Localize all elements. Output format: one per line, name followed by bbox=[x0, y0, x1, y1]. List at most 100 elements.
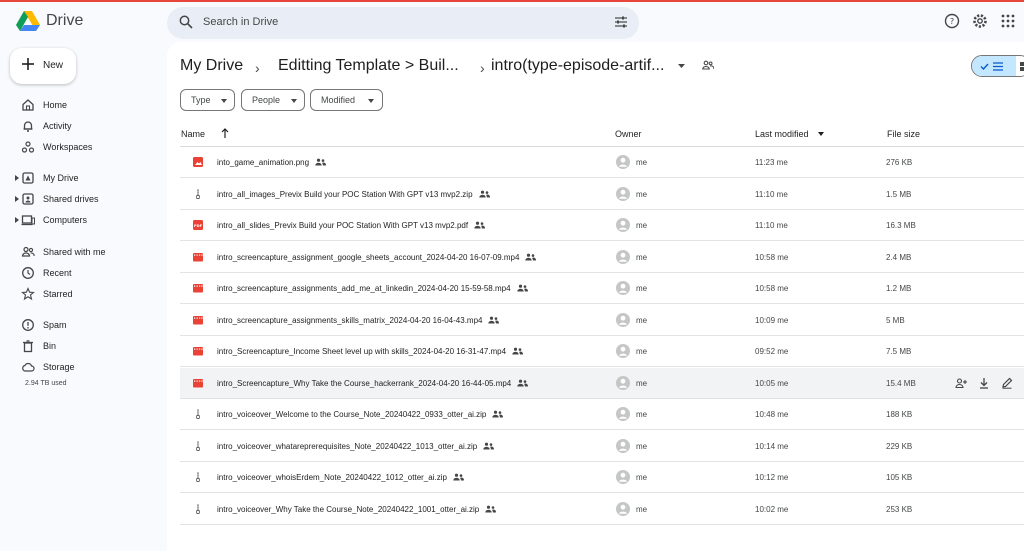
file-name[interactable]: intro_voiceover_Why Take the Course_Note… bbox=[217, 505, 497, 514]
file-owner: me bbox=[636, 315, 648, 325]
file-row[interactable]: intro_voiceover_whoisErdem_Note_20240422… bbox=[180, 462, 1024, 493]
file-row[interactable]: intro_voiceover_Welcome to the Course_No… bbox=[180, 399, 1024, 430]
file-name-text: intro_voiceover_whatareprerequisites_Not… bbox=[217, 441, 478, 451]
caret-right-icon[interactable] bbox=[14, 195, 20, 203]
filter-type[interactable]: Type bbox=[180, 89, 235, 111]
sidebar-item-label: Computers bbox=[43, 215, 88, 225]
file-row[interactable]: intro_all_images_Previx Build your POC S… bbox=[180, 179, 1024, 210]
caret-right-icon[interactable] bbox=[14, 216, 20, 224]
file-name-text: intro_screencapture_assignment_google_sh… bbox=[217, 252, 520, 262]
caret-right-icon[interactable] bbox=[14, 174, 20, 182]
sidebar-item-starred[interactable]: Starred bbox=[0, 284, 160, 304]
sidebar-item-home[interactable]: Home bbox=[0, 95, 160, 115]
zip-file-icon bbox=[196, 472, 200, 482]
app-name[interactable]: Drive bbox=[46, 12, 83, 30]
sidebar-item-recent[interactable]: Recent bbox=[0, 263, 160, 283]
sidebar-item-my-drive[interactable]: My Drive bbox=[0, 168, 160, 188]
sidebar-item-computers[interactable]: Computers bbox=[0, 210, 160, 230]
svg-text:PDF: PDF bbox=[194, 224, 203, 228]
file-row[interactable]: into_game_animation.png me 11:23 me 276 KB bbox=[180, 147, 1024, 178]
breadcrumb-middle[interactable]: Editting Template > Buil... bbox=[278, 57, 459, 75]
file-size: 229 KB bbox=[886, 441, 913, 451]
filter-label: People bbox=[252, 95, 281, 105]
avatar-icon bbox=[616, 218, 630, 232]
file-row[interactable]: intro_voiceover_whatareprerequisites_Not… bbox=[180, 431, 1024, 462]
breadcrumb-separator: › bbox=[255, 60, 260, 76]
search-options-icon[interactable] bbox=[614, 15, 628, 29]
share-icon[interactable] bbox=[955, 377, 967, 389]
help-icon[interactable]: ? bbox=[944, 13, 960, 29]
settings-icon[interactable] bbox=[972, 13, 988, 29]
search-icon[interactable] bbox=[179, 15, 193, 29]
file-row[interactable]: intro_screencapture_assignments_skills_m… bbox=[180, 305, 1024, 336]
file-name[interactable]: intro_Screencapture_Why Take the Course_… bbox=[217, 379, 529, 388]
sidebar-item-activity[interactable]: Activity bbox=[0, 116, 160, 136]
video-file-icon bbox=[193, 315, 203, 324]
zip-file-icon bbox=[196, 409, 200, 419]
home-icon bbox=[22, 99, 34, 111]
sidebar-item-label: Recent bbox=[43, 268, 72, 278]
drive-logo-icon[interactable] bbox=[16, 11, 40, 31]
file-modified: 10:05 me bbox=[755, 378, 789, 388]
sidebar-item-label: Bin bbox=[43, 341, 57, 351]
column-header-owner[interactable]: Owner bbox=[615, 129, 642, 139]
apps-grid-icon[interactable] bbox=[1000, 13, 1016, 29]
avatar-icon bbox=[616, 375, 630, 390]
file-name[interactable]: intro_voiceover_whoisErdem_Note_20240422… bbox=[217, 473, 464, 482]
grid-view-icon[interactable] bbox=[1020, 62, 1024, 71]
shared-icon bbox=[488, 316, 500, 323]
file-name[interactable]: intro_Screencapture_Income Sheet level u… bbox=[217, 347, 524, 356]
filter-people[interactable]: People bbox=[241, 89, 305, 111]
rename-icon[interactable] bbox=[1001, 377, 1013, 389]
sidebar-item-spam[interactable]: Spam bbox=[0, 315, 160, 335]
chevron-down-icon[interactable] bbox=[818, 132, 824, 136]
chevron-down-icon[interactable] bbox=[678, 64, 685, 68]
list-view-button[interactable] bbox=[972, 56, 1016, 76]
file-row[interactable]: PDF intro_all_slides_Previx Build your PO… bbox=[180, 210, 1024, 241]
workspaces-icon bbox=[21, 141, 35, 153]
sidebar-item-bin[interactable]: Bin bbox=[0, 336, 160, 356]
zip-file-icon bbox=[196, 441, 200, 451]
sidebar-item-workspaces[interactable]: Workspaces bbox=[0, 137, 160, 157]
sidebar-item-storage[interactable]: Storage bbox=[0, 357, 160, 377]
file-name[interactable]: intro_voiceover_Welcome to the Course_No… bbox=[217, 410, 504, 419]
file-row[interactable]: intro_voiceover_Why Take the Course_Note… bbox=[180, 494, 1024, 525]
file-name[interactable]: intro_voiceover_whatareprerequisites_Not… bbox=[217, 441, 495, 451]
plus-icon bbox=[22, 58, 34, 70]
shared-icon bbox=[492, 410, 504, 418]
search-bar[interactable]: Search in Drive bbox=[167, 7, 639, 39]
chevron-down-icon bbox=[291, 99, 297, 103]
breadcrumb-current[interactable]: intro(type-episode-artif... bbox=[491, 57, 664, 75]
file-name[interactable]: into_game_animation.png bbox=[217, 158, 327, 167]
download-icon[interactable] bbox=[978, 377, 990, 389]
shared-folder-icon bbox=[702, 60, 714, 70]
file-row[interactable]: intro_screencapture_assignment_google_sh… bbox=[180, 242, 1024, 273]
file-name[interactable]: intro_screencapture_assignments_skills_m… bbox=[217, 316, 500, 325]
file-modified: 10:09 me bbox=[755, 315, 789, 325]
sort-ascending-icon[interactable] bbox=[221, 128, 229, 138]
column-header-size[interactable]: File size bbox=[887, 129, 920, 139]
avatar-icon bbox=[616, 281, 630, 295]
file-size: 1.5 MB bbox=[886, 189, 912, 199]
shared-icon bbox=[474, 221, 486, 229]
file-row[interactable]: intro_Screencapture_Income Sheet level u… bbox=[180, 336, 1024, 367]
sidebar-item-shared-drives[interactable]: Shared drives bbox=[0, 189, 160, 209]
new-button[interactable]: New bbox=[10, 48, 76, 84]
breadcrumb-root[interactable]: My Drive bbox=[180, 57, 243, 75]
chevron-down-icon bbox=[221, 99, 227, 103]
filter-modified[interactable]: Modified bbox=[310, 89, 383, 111]
file-size: 1.2 MB bbox=[886, 284, 912, 293]
column-header-name[interactable]: Name bbox=[181, 129, 205, 139]
file-row[interactable]: intro_screencapture_assignments_add_me_a… bbox=[180, 273, 1024, 304]
file-row[interactable]: intro_Screencapture_Why Take the Course_… bbox=[180, 367, 1024, 399]
file-size: 7.5 MB bbox=[886, 347, 912, 356]
file-name[interactable]: intro_screencapture_assignments_add_me_a… bbox=[217, 284, 528, 293]
file-name[interactable]: intro_all_images_Previx Build your POC S… bbox=[217, 190, 490, 199]
check-icon bbox=[980, 63, 989, 71]
sidebar-item-shared-with-me[interactable]: Shared with me bbox=[0, 242, 160, 262]
file-name[interactable]: intro_all_slides_Previx Build your POC S… bbox=[217, 221, 486, 230]
view-toggle[interactable] bbox=[971, 55, 1024, 77]
search-input[interactable]: Search in Drive bbox=[203, 16, 278, 28]
file-name[interactable]: intro_screencapture_assignment_google_sh… bbox=[217, 252, 537, 262]
column-header-modified[interactable]: Last modified bbox=[755, 129, 809, 139]
